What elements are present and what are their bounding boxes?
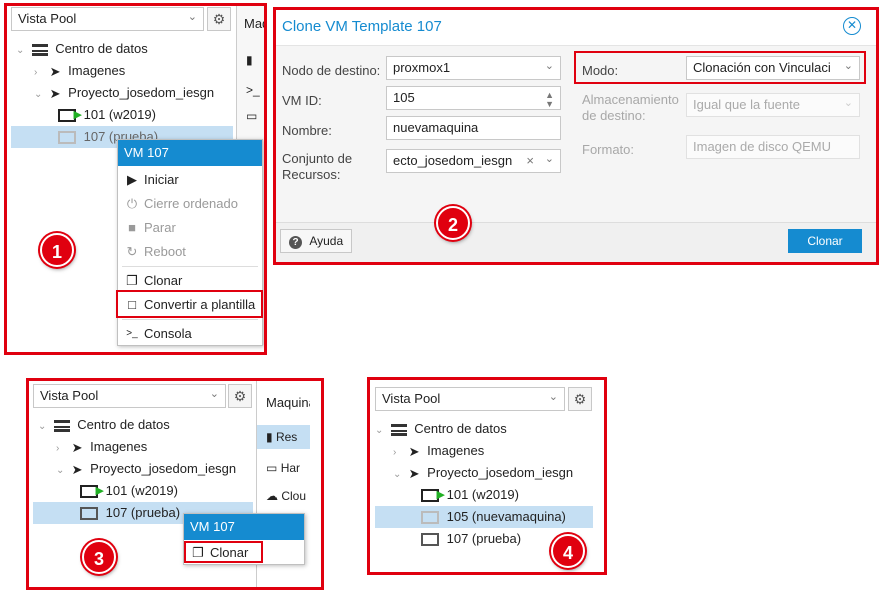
step-badge: 3 bbox=[82, 540, 116, 574]
panel-3-frame bbox=[26, 378, 324, 590]
panel-3: Vista Pool ⌄ ⚙ Maquina ▮ Res ▭ Har ☁ Clo… bbox=[26, 378, 324, 590]
step-badge: 2 bbox=[436, 206, 470, 240]
panel-4: Vista Pool ⌄ ⚙ ⌄ Centro de datos › ➤ Ima… bbox=[367, 377, 607, 575]
panel-2-frame bbox=[273, 7, 879, 265]
panel-1-frame bbox=[4, 3, 267, 355]
panel-1: Vista Pool ⌄ ⚙ Maqu ▮ >_ ▭ ⌄ Centro de d… bbox=[0, 0, 270, 360]
clone-dialog: Clone VM Template 107 ✕ Nodo de destino:… bbox=[273, 7, 879, 265]
step-badge: 1 bbox=[40, 233, 74, 267]
step-badge: 4 bbox=[551, 534, 585, 568]
